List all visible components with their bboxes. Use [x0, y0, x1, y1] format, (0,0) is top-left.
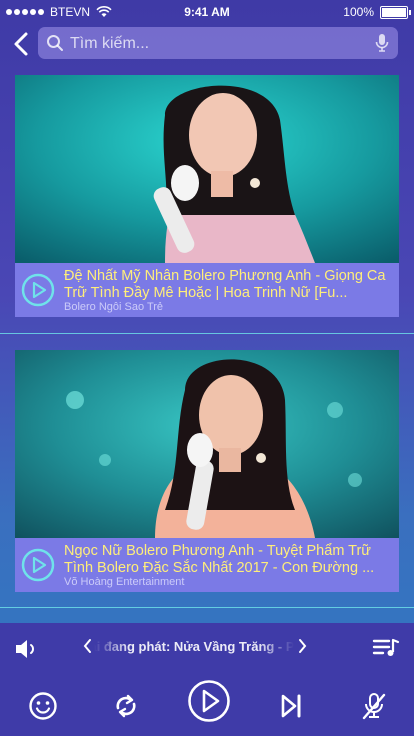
status-bar: BTEVN 9:41 AM 100%: [0, 0, 414, 24]
chevron-left-icon[interactable]: [82, 637, 92, 655]
video-card[interactable]: Ngọc Nữ Bolero Phương Anh - Tuyệt Phẩm T…: [15, 350, 399, 592]
video-card[interactable]: Đệ Nhất Mỹ Nhân Bolero Phương Anh - Giọn…: [15, 75, 399, 317]
play-circle-icon[interactable]: [21, 273, 55, 307]
video-title[interactable]: Đệ Nhất Mỹ Nhân Bolero Phương Anh - Giọn…: [64, 268, 394, 302]
video-thumbnail[interactable]: [15, 75, 399, 263]
thumbnail-image: [15, 350, 399, 538]
player-bar: Bài đang phát: Nửa Vầng Trăng - Phương A…: [0, 623, 414, 736]
search-bar: [38, 27, 398, 59]
video-channel: Võ Hoàng Entertainment: [64, 576, 185, 588]
microphone-icon[interactable]: [374, 33, 390, 53]
divider: [0, 333, 414, 334]
search-icon: [47, 35, 63, 51]
divider: [0, 607, 414, 608]
video-thumbnail[interactable]: [15, 350, 399, 538]
search-input[interactable]: [68, 31, 372, 57]
now-playing-text: Bài đang phát: Nửa Vầng Trăng - Phương A…: [94, 639, 294, 657]
video-channel: Bolero Ngôi Sao Trẻ: [64, 301, 164, 313]
skip-next-icon[interactable]: [280, 693, 304, 719]
repeat-icon[interactable]: [112, 692, 140, 720]
video-info[interactable]: Ngọc Nữ Bolero Phương Anh - Tuyệt Phẩm T…: [15, 538, 399, 592]
volume-icon[interactable]: [14, 637, 40, 661]
status-right: 100%: [343, 5, 411, 19]
back-arrow-icon[interactable]: [10, 30, 34, 58]
thumbnail-image: [15, 75, 399, 263]
play-icon[interactable]: [187, 679, 231, 723]
now-playing-label: Bài đang phát: Nửa Vầng Trăng - Phương A…: [94, 639, 294, 654]
playlist-icon[interactable]: [372, 637, 400, 659]
video-info[interactable]: Đệ Nhất Mỹ Nhân Bolero Phương Anh - Giọn…: [15, 263, 399, 317]
video-title[interactable]: Ngọc Nữ Bolero Phương Anh - Tuyệt Phẩm T…: [64, 543, 394, 577]
mic-off-icon[interactable]: [360, 691, 388, 721]
smile-icon[interactable]: [28, 691, 58, 721]
chevron-right-icon[interactable]: [298, 637, 308, 655]
battery-percent: 100%: [343, 5, 374, 19]
play-circle-icon[interactable]: [21, 548, 55, 582]
battery-icon: [380, 5, 411, 19]
